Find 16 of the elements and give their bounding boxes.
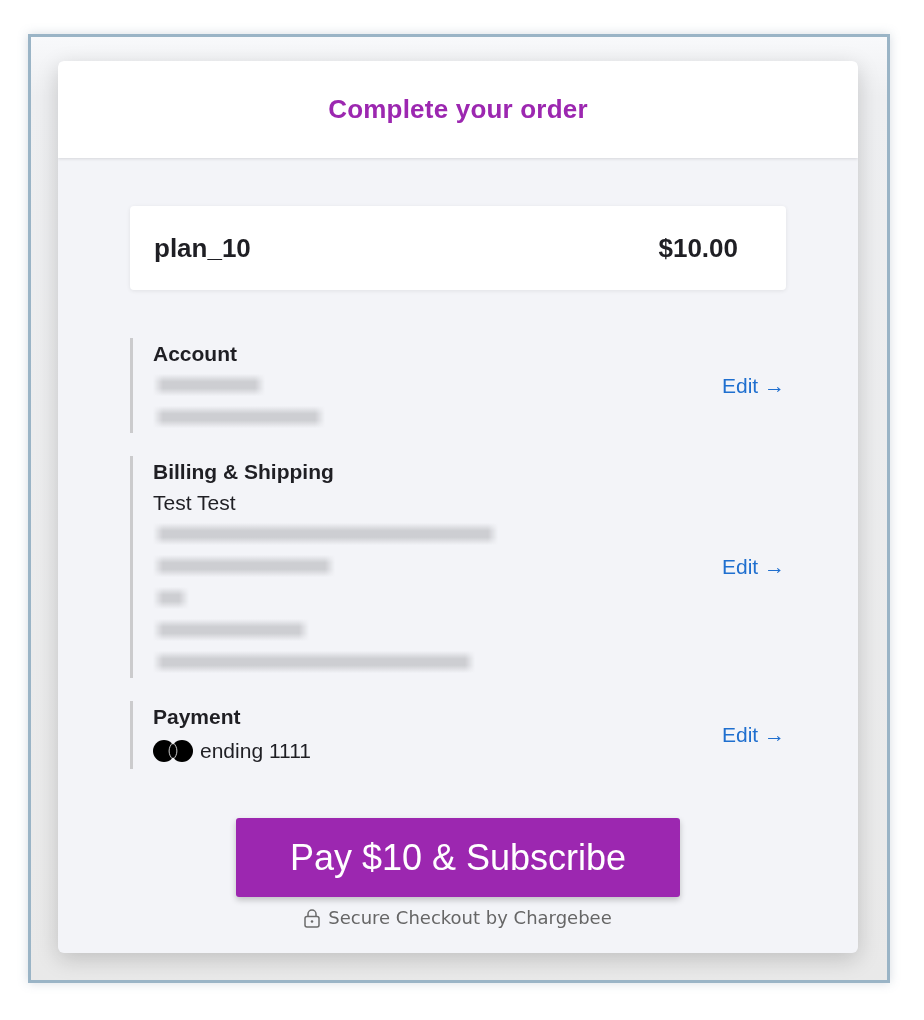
overlapping-circles-icon <box>153 739 193 762</box>
section-text: Test Test <box>153 490 237 516</box>
blurred-text <box>153 587 189 609</box>
section-heading: Payment <box>153 704 242 730</box>
plan-price: $10.00 <box>658 232 738 264</box>
section-heading: Account <box>153 341 238 367</box>
lock-icon <box>304 907 321 928</box>
edit-link[interactable]: Edit → <box>721 723 785 747</box>
edit-link[interactable]: Edit → <box>721 373 785 398</box>
pay-subscribe-button[interactable]: Pay $10 & Subscribe <box>236 818 680 897</box>
checkout-title: Complete your order <box>328 94 588 125</box>
card-ending-text: ending 1111 <box>200 738 311 763</box>
edit-link[interactable]: Edit → <box>721 555 785 579</box>
section-heading: Billing & Shipping <box>153 459 335 485</box>
secure-checkout-text: Secure Checkout by Chargebee <box>328 907 612 928</box>
plan-name: plan_10 <box>154 232 251 264</box>
